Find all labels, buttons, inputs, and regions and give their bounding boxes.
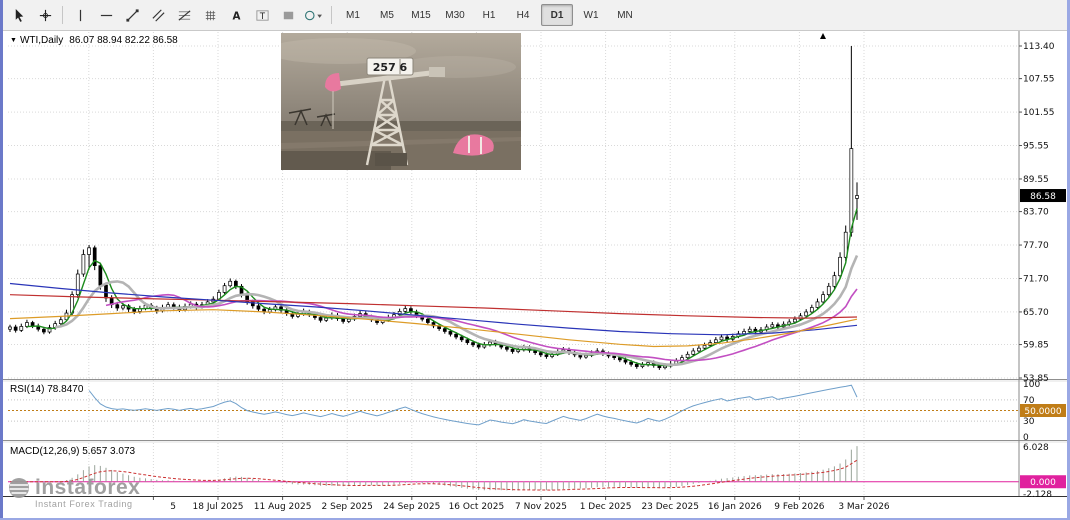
timeframe-button-m5[interactable]: M5 [371, 4, 403, 26]
current-price-badge: 86.58 [1020, 189, 1066, 202]
svg-text:2 Sep 2025: 2 Sep 2025 [322, 502, 373, 512]
svg-text:-2.128: -2.128 [1023, 490, 1052, 500]
svg-text:18 Jul 2025: 18 Jul 2025 [193, 502, 244, 512]
svg-text:113.40: 113.40 [1023, 42, 1055, 52]
timeframe-button-m1[interactable]: M1 [337, 4, 369, 26]
svg-text:65.70: 65.70 [1023, 308, 1049, 318]
instaforex-watermark: instaforex Instant Forex Trading [8, 476, 140, 509]
macd-zero-badge: 0.000 [1020, 475, 1066, 488]
svg-text:101.55: 101.55 [1023, 108, 1055, 118]
fibonacci-icon [177, 8, 192, 23]
timeframe-button-w1[interactable]: W1 [575, 4, 607, 26]
rectangle-icon [281, 8, 296, 23]
svg-text:107.55: 107.55 [1023, 75, 1055, 85]
vertical-line-icon [73, 8, 88, 23]
trendline-tool-button[interactable] [120, 3, 144, 27]
svg-text:6.028: 6.028 [1023, 443, 1049, 453]
equidistant-channel-tool-button[interactable] [146, 3, 170, 27]
horizontal-line-icon [99, 8, 114, 23]
label-icon: T [255, 8, 270, 23]
svg-text:9 Feb 2026: 9 Feb 2026 [774, 502, 825, 512]
rectangle-tool-button[interactable] [276, 3, 300, 27]
svg-text:0.000: 0.000 [1030, 478, 1056, 488]
vertical-line-tool-button[interactable] [68, 3, 92, 27]
svg-text:23 Dec 2025: 23 Dec 2025 [641, 502, 699, 512]
svg-text:A: A [232, 10, 240, 22]
shapes-dropdown-button[interactable] [302, 3, 326, 27]
svg-text:100: 100 [1023, 380, 1040, 390]
cursor-tool-button[interactable] [7, 3, 31, 27]
chart-toolbar: A T M1 M5 M15 M30 H1 H4 D1 W1 MN [3, 0, 1067, 31]
toolbar-separator [331, 6, 332, 24]
svg-text:5: 5 [170, 502, 176, 512]
cursor-icon [12, 8, 27, 23]
svg-text:7 Nov 2025: 7 Nov 2025 [515, 502, 567, 512]
svg-text:89.55: 89.55 [1023, 175, 1049, 185]
trendline-icon [125, 8, 140, 23]
photo-sign-text: 257 6 [373, 61, 408, 74]
timeframe-button-h4[interactable]: H4 [507, 4, 539, 26]
oil-pumpjack-photo[interactable]: 257 6 [281, 33, 521, 170]
svg-text:16 Oct 2025: 16 Oct 2025 [449, 502, 505, 512]
mt4-terminal-window: A T M1 M5 M15 M30 H1 H4 D1 W1 MN 113.401… [0, 0, 1070, 520]
svg-text:86.58: 86.58 [1030, 192, 1056, 202]
brand-tagline: Instant Forex Trading [35, 499, 140, 509]
brand-name: instaforex [35, 476, 140, 500]
fibonacci-tool-button[interactable] [172, 3, 196, 27]
svg-text:50.0000: 50.0000 [1024, 407, 1061, 417]
svg-text:77.70: 77.70 [1023, 241, 1049, 251]
svg-text:11 Aug 2025: 11 Aug 2025 [254, 502, 312, 512]
timeframe-button-h1[interactable]: H1 [473, 4, 505, 26]
grid-icon [203, 8, 218, 23]
svg-text:0: 0 [1023, 433, 1029, 443]
svg-text:30: 30 [1023, 417, 1035, 427]
timeframe-button-mn[interactable]: MN [609, 4, 641, 26]
toolbar-separator [62, 6, 63, 24]
photo-sign: 257 6 [367, 58, 413, 75]
svg-text:1 Dec 2025: 1 Dec 2025 [580, 502, 632, 512]
svg-text:T: T [258, 10, 265, 20]
timeframe-button-m15[interactable]: M15 [405, 4, 437, 26]
svg-text:3 Mar 2026: 3 Mar 2026 [838, 502, 890, 512]
crosshair-tool-button[interactable] [33, 3, 57, 27]
horizontal-line-tool-button[interactable] [94, 3, 118, 27]
label-tool-button[interactable]: T [250, 3, 274, 27]
crosshair-icon [38, 8, 53, 23]
window-left-border [0, 0, 3, 520]
chart-canvas[interactable]: 113.40 107.55 101.55 95.55 89.55 83.70 77.70 71… [3, 30, 1067, 520]
text-icon: A [229, 8, 244, 23]
svg-text:95.55: 95.55 [1023, 142, 1049, 152]
rsi-level-badge: 50.0000 [1020, 404, 1066, 417]
svg-text:16 Jan 2026: 16 Jan 2026 [708, 502, 762, 512]
svg-text:71.70: 71.70 [1023, 274, 1049, 284]
text-tool-button[interactable]: A [224, 3, 248, 27]
instaforex-logo-icon [8, 477, 30, 499]
channel-icon [151, 8, 166, 23]
timeframe-button-d1[interactable]: D1 [541, 4, 573, 26]
timeframe-button-m30[interactable]: M30 [439, 4, 471, 26]
svg-text:59.85: 59.85 [1023, 341, 1049, 351]
shapes-dropdown-icon [304, 8, 324, 23]
svg-text:83.70: 83.70 [1023, 208, 1049, 218]
grid-tool-button[interactable] [198, 3, 222, 27]
svg-text:24 Sep 2025: 24 Sep 2025 [383, 502, 440, 512]
